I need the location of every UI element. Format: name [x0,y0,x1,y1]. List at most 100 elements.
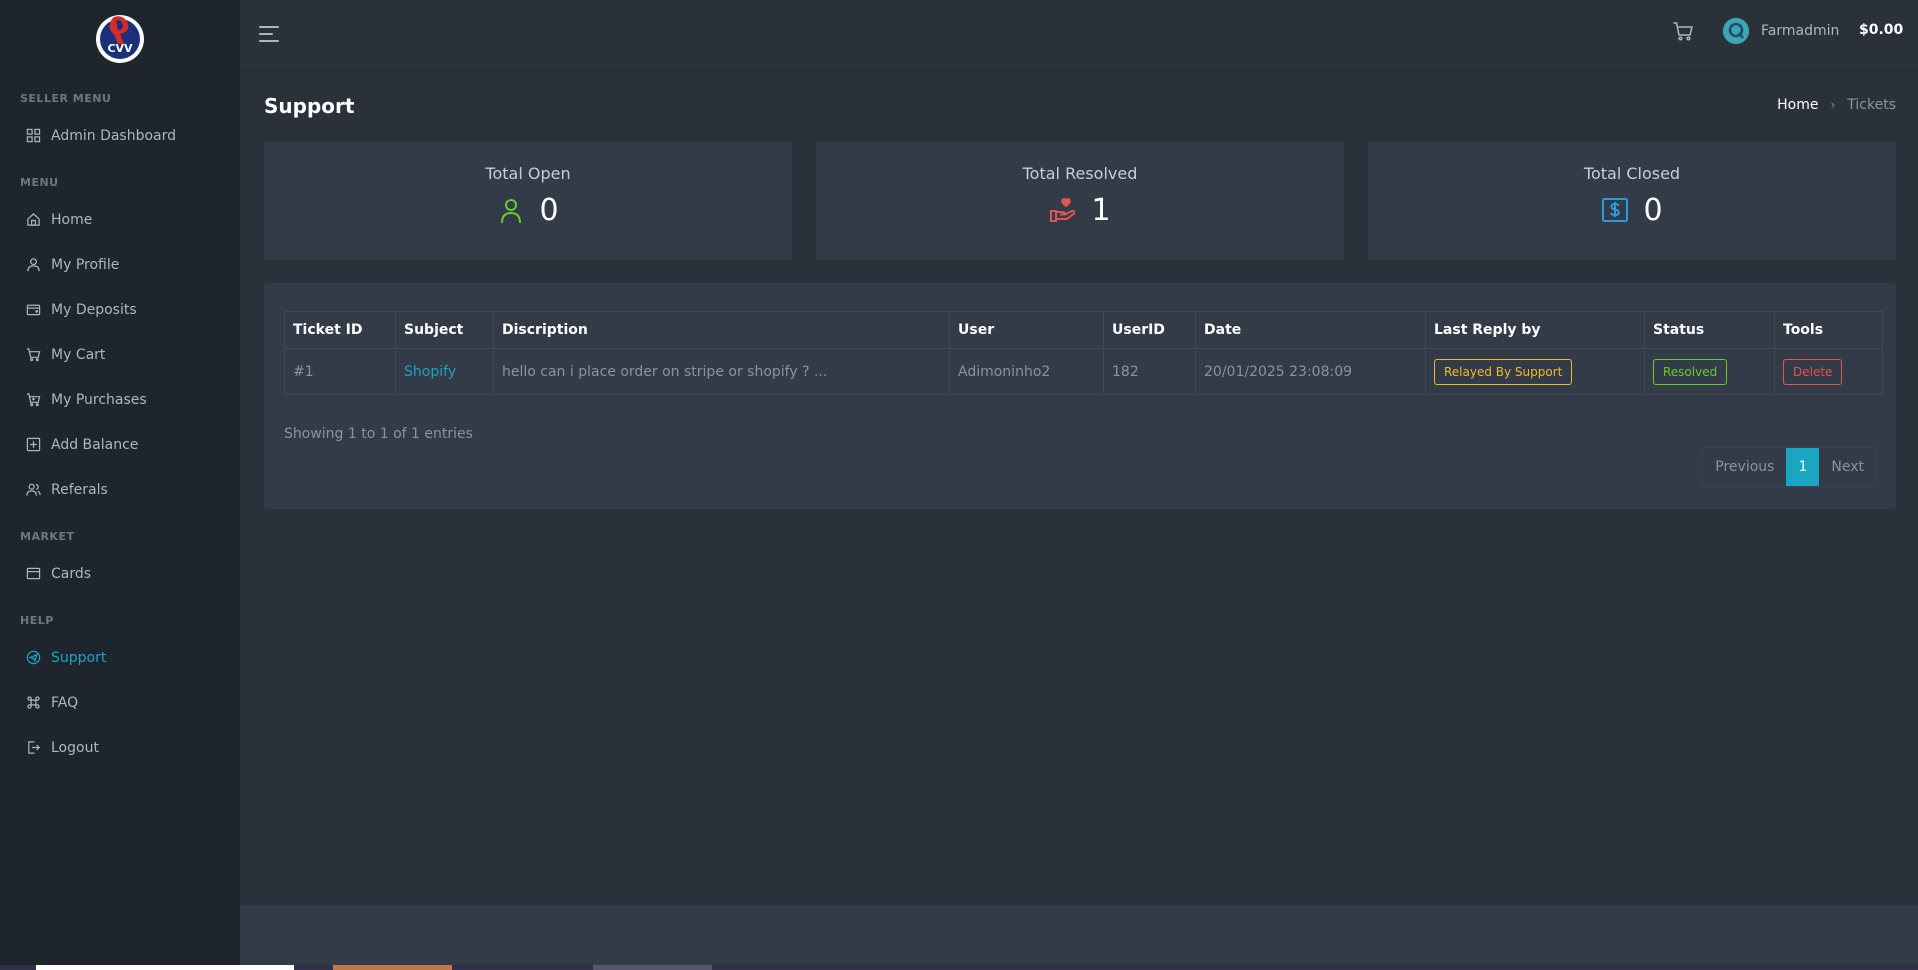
sidebar-item-home[interactable]: Home [0,197,240,242]
pagination-page-1[interactable]: 1 [1786,448,1820,486]
delete-button[interactable]: Delete [1783,358,1843,385]
cell-description: hello can i place order on stripe or sho… [493,348,950,395]
section-title-help: HELP [20,614,54,627]
cell-ticket-id: #1 [284,348,396,395]
users-icon [25,482,41,498]
main-content: Support Home › Tickets Total Open 0 Tota… [240,72,1918,905]
sidebar-item-cards[interactable]: Cards [0,551,240,596]
stat-value: 0 [1643,193,1663,228]
stat-card-resolved: Total Resolved 1 [816,142,1344,260]
taskbar-item[interactable] [593,965,712,970]
home-icon [25,212,41,228]
username: Farmadmin [1761,23,1840,39]
cell-subject-link[interactable]: Shopify [395,348,494,395]
sidebar-item-my-purchases[interactable]: My Purchases [0,377,240,422]
sidebar-item-add-balance[interactable]: Add Balance [0,422,240,467]
send-icon [25,650,41,666]
command-icon [25,695,41,711]
cvv-logo[interactable]: CVV [94,12,146,64]
pagination: Previous 1 Next [1702,447,1877,487]
section-title-menu: MENU [20,176,59,189]
cart-icon[interactable] [1672,20,1694,42]
taskbar [0,965,1918,970]
sidebar-item-label: Referals [51,481,108,498]
user-icon [25,257,41,273]
stat-value: 1 [1091,193,1111,228]
heart-hand-icon [1050,197,1076,222]
last-reply-badge[interactable]: Relayed By Support [1434,358,1573,385]
section-title-market: MARKET [20,530,75,543]
sidebar-item-my-profile[interactable]: My Profile [0,242,240,287]
avatar-icon [1723,18,1749,44]
col-ticket-id[interactable]: Ticket ID [284,311,396,349]
balance-display: $0.00 [1859,22,1904,38]
cell-tools: Delete [1774,348,1883,395]
sidebar-item-logout[interactable]: Logout [0,725,240,770]
taskbar-item[interactable] [333,965,452,970]
plus-square-icon [25,437,41,453]
taskbar-item[interactable] [36,965,294,970]
grid-icon [25,128,41,144]
col-subject[interactable]: Subject [395,311,494,349]
col-last-reply[interactable]: Last Reply by [1425,311,1645,349]
breadcrumb-home[interactable]: Home [1777,97,1818,113]
sidebar-item-faq[interactable]: FAQ [0,680,240,725]
sidebar-item-support[interactable]: Support [0,635,240,680]
col-date[interactable]: Date [1195,311,1426,349]
logo-area: CVV [0,0,240,76]
sidebar-item-label: Logout [51,739,99,756]
sidebar-item-label: My Profile [51,256,120,273]
col-userid[interactable]: UserID [1103,311,1196,349]
menu-toggle-icon[interactable] [259,26,279,44]
breadcrumb-separator: › [1830,98,1836,112]
col-user[interactable]: User [949,311,1104,349]
wallet-icon [25,302,41,318]
tickets-table: Ticket ID Subject Discription User UserI… [284,311,1883,395]
sidebar: CVV SELLER MENU Admin Dashboard MENU Hom… [0,0,240,970]
logout-icon [25,740,41,756]
pagination-next[interactable]: Next [1819,448,1876,486]
footer [240,905,1918,970]
sidebar-item-my-deposits[interactable]: My Deposits [0,287,240,332]
credit-card-icon [25,566,41,582]
user-icon [501,198,522,223]
table-row: #1 Shopify hello can i place order on st… [284,348,1883,395]
cell-last-reply: Relayed By Support [1425,348,1645,395]
sidebar-item-label: My Purchases [51,391,147,408]
page-title: Support [264,94,355,118]
sidebar-item-referals[interactable]: Referals [0,467,240,512]
stat-label: Total Open [485,164,571,183]
tickets-card: Ticket ID Subject Discription User UserI… [264,283,1896,509]
cell-userid: 182 [1103,348,1196,395]
stat-label: Total Closed [1583,164,1681,183]
sidebar-item-label: Add Balance [51,436,139,453]
cell-user: Adimoninho2 [949,348,1104,395]
logo-text: CVV [107,42,133,55]
user-menu[interactable]: Farmadmin [1723,18,1839,44]
stat-card-closed: Total Closed 0 [1368,142,1896,260]
entries-info: Showing 1 to 1 of 1 entries [284,426,473,442]
section-title-seller: SELLER MENU [20,92,112,105]
pagination-previous[interactable]: Previous [1703,448,1786,486]
breadcrumb-current: Tickets [1847,97,1896,113]
sidebar-item-label: Cards [51,565,92,582]
table-header-row: Ticket ID Subject Discription User UserI… [284,311,1883,349]
sidebar-item-my-cart[interactable]: My Cart [0,332,240,377]
avatar [1723,18,1749,44]
stat-card-open: Total Open 0 [264,142,792,260]
shopping-cart-icon [25,392,41,408]
breadcrumb: Home › Tickets [1777,97,1896,113]
cart-icon [25,347,41,363]
sidebar-item-label: FAQ [51,694,79,711]
sidebar-item-label: My Cart [51,346,106,363]
stat-value: 0 [539,193,559,228]
col-status[interactable]: Status [1644,311,1775,349]
col-description[interactable]: Discription [493,311,950,349]
sidebar-item-label: My Deposits [51,301,137,318]
col-tools[interactable]: Tools [1774,311,1883,349]
cell-status: Resolved [1644,348,1775,395]
sidebar-item-label: Support [51,649,107,666]
sidebar-item-label: Home [51,211,93,228]
status-badge[interactable]: Resolved [1653,358,1728,385]
sidebar-item-admin-dashboard[interactable]: Admin Dashboard [0,113,240,158]
